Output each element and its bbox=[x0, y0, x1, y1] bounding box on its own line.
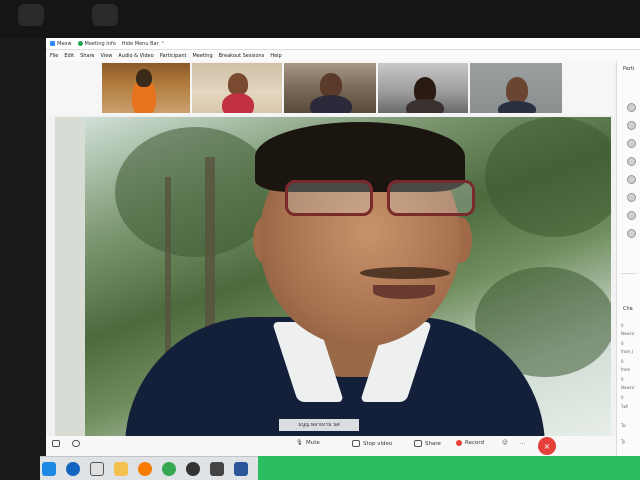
record-button[interactable]: Record bbox=[456, 440, 484, 446]
participant-strip bbox=[46, 61, 614, 115]
meeting-window: Meow Meeting Info Hide Menu Bar ⌃ File E… bbox=[46, 38, 640, 456]
chat-line: Newco bbox=[621, 331, 635, 336]
word-icon[interactable] bbox=[234, 462, 248, 476]
menu-breakout-sessions[interactable]: Breakout Sessions bbox=[219, 53, 265, 59]
participant-avatar-icon[interactable] bbox=[627, 157, 636, 166]
meeting-info-button[interactable]: Meeting Info bbox=[77, 41, 116, 47]
menu-bar: File Edit Share View Audio & Video Parti… bbox=[46, 50, 640, 61]
participant-tile[interactable] bbox=[470, 63, 562, 113]
taskbar-accent-strip bbox=[258, 456, 640, 480]
glasses-lens bbox=[387, 180, 475, 216]
background-tree-trunk bbox=[165, 177, 171, 357]
chat-line: from J bbox=[621, 349, 633, 354]
glasses-lens bbox=[285, 180, 373, 216]
bezel-object bbox=[18, 4, 44, 26]
title-bar: Meow Meeting Info Hide Menu Bar ⌃ bbox=[46, 38, 640, 50]
participant-avatar-icon[interactable] bbox=[627, 139, 636, 148]
background-wall bbox=[55, 117, 85, 437]
menu-meeting[interactable]: Meeting bbox=[192, 53, 212, 59]
panel-divider bbox=[621, 273, 637, 274]
speaker-glasses bbox=[285, 180, 479, 220]
davinci-icon[interactable] bbox=[210, 462, 224, 476]
stop-video-button[interactable]: Stop video bbox=[352, 440, 392, 447]
chat-line: Newco bbox=[621, 385, 635, 390]
app-logo-icon bbox=[50, 41, 55, 46]
participant-avatar-icon[interactable] bbox=[627, 103, 636, 112]
menu-audio-video[interactable]: Audio & Video bbox=[118, 53, 153, 59]
chat-line: 0 bbox=[621, 359, 624, 364]
end-call-button[interactable]: × bbox=[538, 437, 556, 455]
participant-tile[interactable] bbox=[102, 63, 190, 113]
background-foliage bbox=[115, 127, 275, 257]
chat-input-preview[interactable]: Ty bbox=[621, 439, 625, 444]
file-explorer-icon[interactable] bbox=[114, 462, 128, 476]
windows-logo-icon[interactable] bbox=[42, 462, 56, 476]
menu-file[interactable]: File bbox=[50, 53, 58, 59]
app-title[interactable]: Meow bbox=[50, 41, 72, 47]
speaker-mouth bbox=[373, 285, 435, 299]
chat-line: 0 bbox=[621, 323, 624, 328]
chat-bubble-icon[interactable] bbox=[72, 440, 80, 447]
bezel-object bbox=[92, 4, 118, 26]
obs-icon[interactable] bbox=[186, 462, 200, 476]
participant-head bbox=[320, 73, 342, 97]
menu-view[interactable]: View bbox=[101, 53, 113, 59]
hide-menu-bar-button[interactable]: Hide Menu Bar ⌃ bbox=[122, 41, 165, 47]
participant-tile[interactable] bbox=[192, 63, 282, 113]
menu-help[interactable]: Help bbox=[270, 53, 281, 59]
participants-panel-title: Parti bbox=[623, 66, 635, 72]
chat-line: 0 bbox=[621, 341, 624, 346]
chat-line: from bbox=[621, 367, 631, 372]
firefox-icon[interactable] bbox=[138, 462, 152, 476]
participant-avatar-icon[interactable] bbox=[627, 175, 636, 184]
chat-recipient-label: To: bbox=[621, 423, 627, 428]
participant-head bbox=[228, 73, 248, 95]
edge-icon[interactable] bbox=[66, 462, 80, 476]
participant-avatar-icon[interactable] bbox=[627, 229, 636, 238]
share-screen-icon bbox=[414, 440, 422, 447]
participant-figure bbox=[498, 101, 536, 113]
participant-head bbox=[136, 69, 152, 87]
speaker-name-label: มนูญ พลายงาม นศ bbox=[279, 419, 359, 431]
chat-line: 0 bbox=[621, 377, 624, 382]
more-button[interactable]: ... bbox=[520, 440, 525, 446]
participant-avatar-icon[interactable] bbox=[627, 193, 636, 202]
record-icon bbox=[456, 440, 462, 446]
shield-icon bbox=[77, 41, 83, 46]
menu-edit[interactable]: Edit bbox=[64, 53, 74, 59]
meeting-controls: 🎙 Mute Stop video Share Record ☺ ... × bbox=[46, 436, 616, 456]
share-button[interactable]: Share bbox=[414, 440, 441, 447]
chat-panel-title: Cha bbox=[623, 306, 633, 312]
mute-button[interactable]: 🎙 Mute bbox=[296, 440, 320, 446]
chat-line: 0 bbox=[621, 395, 624, 400]
active-speaker-video[interactable]: มนูญ พลายงาม นศ bbox=[55, 117, 611, 437]
background-foliage bbox=[485, 117, 611, 237]
chrome-icon[interactable] bbox=[162, 462, 176, 476]
participant-figure bbox=[406, 99, 444, 113]
screen-icon[interactable] bbox=[52, 440, 60, 447]
menu-share[interactable]: Share bbox=[80, 53, 94, 59]
participant-figure bbox=[310, 95, 352, 113]
menu-participant[interactable]: Participant bbox=[160, 53, 187, 59]
chevron-up-icon: ⌃ bbox=[160, 40, 165, 47]
speaker-mustache bbox=[360, 267, 450, 279]
side-panel: Parti Cha 0 Newco 0 from J 0 from 0 Newc… bbox=[616, 61, 640, 456]
microphone-icon: 🎙 bbox=[296, 440, 303, 446]
participant-head bbox=[506, 77, 528, 103]
chat-line: ใจดี bbox=[621, 404, 628, 409]
camera-icon bbox=[352, 440, 360, 447]
reactions-icon[interactable]: ☺ bbox=[502, 440, 508, 446]
participant-tile[interactable] bbox=[378, 63, 468, 113]
qr-app-icon[interactable] bbox=[90, 462, 104, 476]
participant-figure bbox=[222, 93, 254, 113]
monitor-bezel bbox=[0, 0, 640, 38]
participant-avatar-icon[interactable] bbox=[627, 211, 636, 220]
participant-avatar-icon[interactable] bbox=[627, 121, 636, 130]
participant-tile[interactable] bbox=[284, 63, 376, 113]
